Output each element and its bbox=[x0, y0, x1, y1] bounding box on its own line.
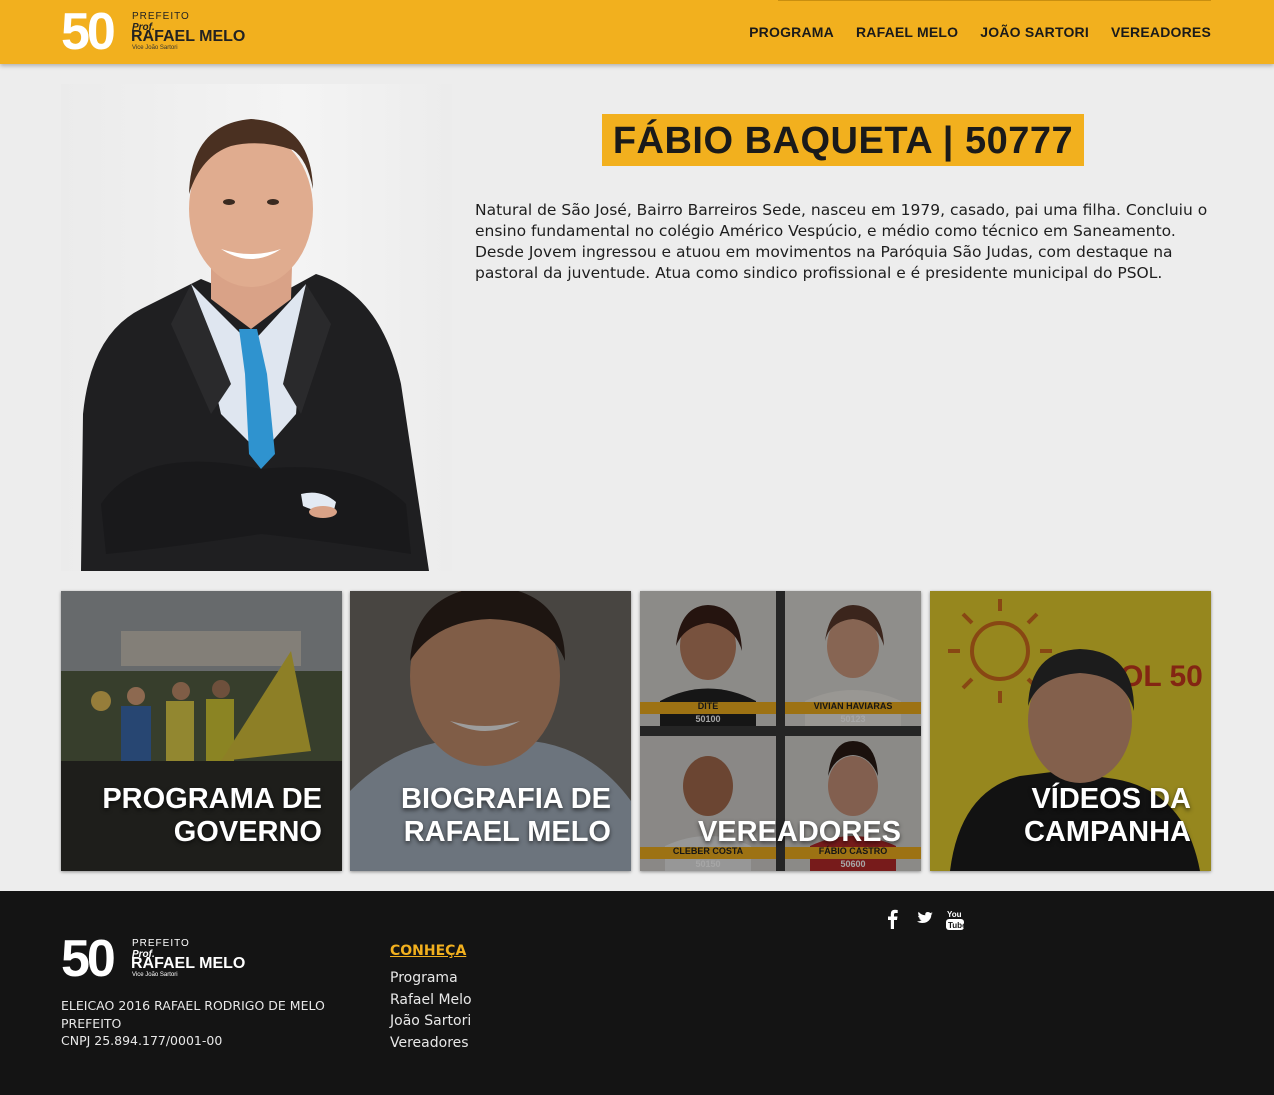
card-label: PROGRAMA DE GOVERNO bbox=[102, 783, 322, 848]
site-logo[interactable]: 50 PREFEITO Prof. RAFAEL MELO Vice João … bbox=[61, 3, 261, 61]
nav-vereadores[interactable]: VEREADORES bbox=[1111, 24, 1211, 40]
card-vereadores[interactable]: DITE 50100 VIVIAN HAVIARAS 50123 CLEBER … bbox=[640, 591, 921, 871]
twitter-icon[interactable] bbox=[914, 909, 934, 935]
nav-programa[interactable]: PROGRAMA bbox=[749, 24, 834, 40]
logo-prefeito: PREFEITO bbox=[132, 938, 190, 949]
logo-name: RAFAEL MELO bbox=[131, 28, 246, 45]
candidate-photo bbox=[61, 84, 452, 571]
footer-link-vereadores[interactable]: Vereadores bbox=[390, 1033, 472, 1055]
card-videos[interactable]: SOL 50 VÍDEOS DA CAMPANHA bbox=[930, 591, 1211, 871]
footer-logo[interactable]: 50 PREFEITO Prof. RAFAEL MELO Vice João … bbox=[61, 930, 261, 988]
site-header: 50 PREFEITO Prof. RAFAEL MELO Vice João … bbox=[0, 0, 1274, 64]
nav-joao-sartori[interactable]: JOÃO SARTORI bbox=[980, 24, 1089, 40]
svg-text:You: You bbox=[947, 910, 962, 919]
card-biografia[interactable]: BIOGRAFIA DE RAFAEL MELO bbox=[350, 591, 631, 871]
facebook-icon[interactable] bbox=[884, 909, 902, 935]
card-label: VEREADORES bbox=[697, 816, 901, 848]
logo-vice: Vice João Sartori bbox=[132, 972, 178, 978]
footer-links: Programa Rafael Melo João Sartori Veread… bbox=[390, 968, 472, 1054]
logo-number: 50 bbox=[61, 3, 116, 61]
card-label: BIOGRAFIA DE RAFAEL MELO bbox=[401, 783, 611, 848]
candidate-title-wrap: FÁBIO BAQUETA | 50777 bbox=[475, 114, 1211, 166]
logo-prefeito: PREFEITO bbox=[132, 11, 190, 22]
candidate-title: FÁBIO BAQUETA | 50777 bbox=[601, 114, 1085, 166]
footer-legal: ELEICAO 2016 RAFAEL RODRIGO DE MELO PREF… bbox=[61, 997, 325, 1050]
footer-link-programa[interactable]: Programa bbox=[390, 968, 472, 990]
nav-divider bbox=[778, 0, 1211, 1]
main-nav: PROGRAMA RAFAEL MELO JOÃO SARTORI VEREAD… bbox=[749, 24, 1211, 40]
logo-number: 50 bbox=[61, 930, 116, 988]
footer-conheca-heading[interactable]: CONHEÇA bbox=[390, 943, 466, 959]
card-programa-de-governo[interactable]: PROGRAMA DE GOVERNO bbox=[61, 591, 342, 871]
candidate-bio: Natural de São José, Bairro Barreiros Se… bbox=[475, 201, 1208, 282]
card-label: VÍDEOS DA CAMPANHA bbox=[1023, 783, 1191, 848]
legal-line: CNPJ 25.894.177/0001-00 bbox=[61, 1033, 223, 1048]
site-footer: You Tube 50 PREFEITO Prof. RAFAEL MELO Vi… bbox=[0, 891, 1274, 1095]
youtube-icon[interactable]: You Tube bbox=[946, 909, 967, 935]
footer-link-rafael-melo[interactable]: Rafael Melo bbox=[390, 990, 472, 1012]
legal-line: PREFEITO bbox=[61, 1015, 122, 1031]
nav-rafael-melo[interactable]: RAFAEL MELO bbox=[856, 24, 958, 40]
logo-vice: Vice João Sartori bbox=[132, 45, 178, 51]
svg-text:Tube: Tube bbox=[948, 921, 964, 930]
social-links: You Tube bbox=[884, 909, 967, 935]
footer-link-joao-sartori[interactable]: João Sartori bbox=[390, 1011, 472, 1033]
legal-line: ELEICAO 2016 RAFAEL RODRIGO DE MELO bbox=[61, 998, 325, 1013]
logo-name: RAFAEL MELO bbox=[131, 955, 246, 972]
